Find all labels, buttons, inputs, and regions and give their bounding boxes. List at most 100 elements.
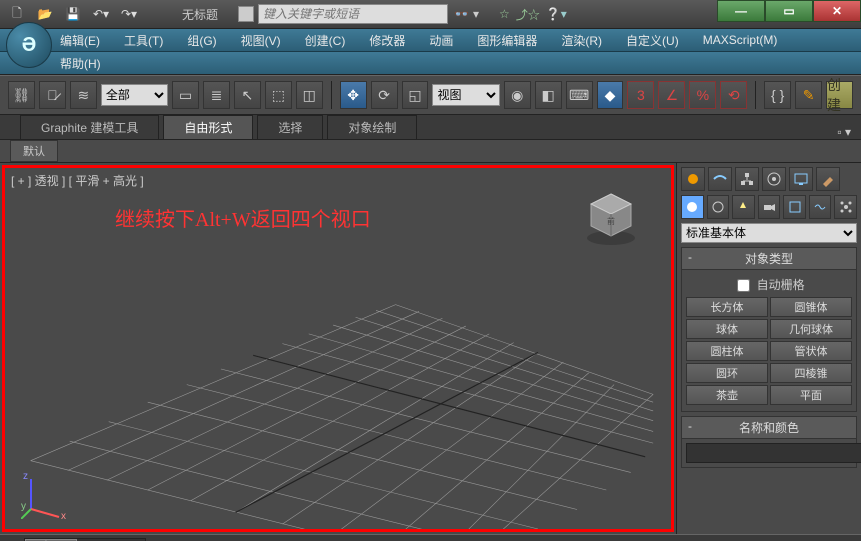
- search-play-icon[interactable]: ▶: [238, 6, 254, 22]
- named-selection-icon[interactable]: { }: [764, 81, 791, 109]
- menu-create[interactable]: 创建(C): [305, 32, 346, 49]
- redo-dropdown-icon[interactable]: ↷▾: [116, 3, 142, 25]
- cp-hierarchy-icon[interactable]: [735, 167, 759, 191]
- tab-freeform[interactable]: 自由形式: [163, 115, 253, 139]
- status-bar: ◂ 0 / 100 ▸: [0, 534, 861, 541]
- axis-gizmo-icon: z x y: [21, 469, 71, 519]
- subtab-default[interactable]: 默认: [10, 140, 58, 162]
- cp-utilities-icon[interactable]: [816, 167, 840, 191]
- menu-edit[interactable]: 编辑(E): [60, 32, 100, 49]
- sub-systems-icon[interactable]: [834, 195, 857, 219]
- sub-cameras-icon[interactable]: [758, 195, 781, 219]
- save-file-icon[interactable]: 💾: [60, 3, 86, 25]
- svg-text:x: x: [61, 511, 66, 519]
- btn-cylinder[interactable]: 圆柱体: [686, 341, 768, 361]
- viewcube-icon[interactable]: 前: [581, 188, 641, 248]
- select-window-icon[interactable]: ◫: [296, 81, 323, 109]
- sub-helpers-icon[interactable]: [783, 195, 806, 219]
- keyboard-icon[interactable]: ⌨: [566, 81, 593, 109]
- favorite-arrow-icon[interactable]: ⤴☆: [516, 6, 540, 23]
- sub-lights-icon[interactable]: [732, 195, 755, 219]
- favorite-icon[interactable]: ☆: [499, 7, 510, 21]
- cp-create-icon[interactable]: [681, 167, 705, 191]
- menu-grapheditors[interactable]: 图形编辑器: [477, 32, 537, 49]
- tag-icon[interactable]: ▾: [473, 7, 479, 21]
- command-panel: 标准基本体 对象类型 自动栅格 长方体圆锥体 球体几何球体 圆柱体管状体 圆环四…: [676, 163, 861, 534]
- object-name-input[interactable]: [686, 443, 861, 463]
- menu-animation[interactable]: 动画: [429, 32, 453, 49]
- undo-dropdown-icon[interactable]: ↶▾: [88, 3, 114, 25]
- btn-cone[interactable]: 圆锥体: [770, 297, 852, 317]
- tab-select[interactable]: 选择: [257, 115, 323, 139]
- menu-modifiers[interactable]: 修改器: [369, 32, 405, 49]
- sub-spacewarps-icon[interactable]: [809, 195, 832, 219]
- select-object-icon[interactable]: ▭: [172, 81, 199, 109]
- viewport-grid: [5, 168, 671, 529]
- snap-3-icon[interactable]: 3: [627, 81, 654, 109]
- category-select[interactable]: 标准基本体: [681, 223, 857, 243]
- sub-shapes-icon[interactable]: [707, 195, 730, 219]
- sub-geometry-icon[interactable]: [681, 195, 704, 219]
- scale-icon[interactable]: ◱: [402, 81, 429, 109]
- ref-coord-select[interactable]: 视图: [432, 84, 499, 106]
- autogrid-checkbox[interactable]: [737, 279, 750, 292]
- snap-angle-icon[interactable]: ∠: [658, 81, 685, 109]
- pivot-icon[interactable]: ◉: [504, 81, 531, 109]
- ribbon-minimize-icon[interactable]: ▫ ▾: [837, 125, 851, 139]
- close-button[interactable]: ✕: [813, 0, 861, 22]
- btn-pyramid[interactable]: 四棱锥: [770, 363, 852, 383]
- title-bar: 🗋 📂 💾 ↶▾ ↷▾ 无标题 ▶ 👓 ▾ ☆ ⤴☆ ❔▾ — ▭ ✕: [0, 0, 861, 29]
- svg-text:y: y: [21, 501, 26, 512]
- btn-torus[interactable]: 圆环: [686, 363, 768, 383]
- binoculars-icon[interactable]: 👓: [454, 7, 469, 21]
- menu-render[interactable]: 渲染(R): [561, 32, 602, 49]
- snap-toggle-icon[interactable]: ◆: [597, 81, 624, 109]
- cp-display-icon[interactable]: [789, 167, 813, 191]
- menu-tools[interactable]: 工具(T): [124, 32, 163, 49]
- menu-customize[interactable]: 自定义(U): [626, 32, 679, 49]
- cp-motion-icon[interactable]: [762, 167, 786, 191]
- btn-tube[interactable]: 管状体: [770, 341, 852, 361]
- menu-help[interactable]: 帮助(H): [60, 55, 101, 72]
- btn-box[interactable]: 长方体: [686, 297, 768, 317]
- search-input[interactable]: [258, 4, 448, 24]
- minimize-button[interactable]: —: [717, 0, 765, 22]
- help-icon[interactable]: ❔▾: [546, 7, 567, 21]
- align-icon[interactable]: 创建: [826, 81, 853, 109]
- viewport-perspective[interactable]: [ + ] 透视 ] [ 平滑 + 高光 ] 继续按下Alt+W返回四个视口: [2, 165, 674, 532]
- rollout-object-type: 对象类型 自动栅格 长方体圆锥体 球体几何球体 圆柱体管状体 圆环四棱锥 茶壶平…: [681, 247, 857, 412]
- rollout-head-objtype[interactable]: 对象类型: [682, 248, 856, 270]
- tab-graphite[interactable]: Graphite 建模工具: [20, 115, 159, 139]
- tab-objectpaint[interactable]: 对象绘制: [327, 115, 417, 139]
- btn-sphere[interactable]: 球体: [686, 319, 768, 339]
- menu-group[interactable]: 组(G): [187, 32, 216, 49]
- manipulate-icon[interactable]: ◧: [535, 81, 562, 109]
- select-region-icon[interactable]: ⬚: [265, 81, 292, 109]
- window-title: 无标题: [182, 6, 218, 23]
- btn-geosphere[interactable]: 几何球体: [770, 319, 852, 339]
- rollout-head-namecolor[interactable]: 名称和颜色: [682, 417, 856, 439]
- bind-icon[interactable]: ≋: [70, 81, 97, 109]
- unlink-icon[interactable]: ⛓̷: [39, 81, 66, 109]
- open-file-icon[interactable]: 📂: [32, 3, 58, 25]
- svg-text:z: z: [23, 471, 28, 482]
- menu-view[interactable]: 视图(V): [241, 32, 281, 49]
- rollout-name-color: 名称和颜色: [681, 416, 857, 468]
- move-icon[interactable]: ✥: [340, 81, 367, 109]
- maximize-button[interactable]: ▭: [765, 0, 813, 22]
- menu-maxscript[interactable]: MAXScript(M): [703, 33, 778, 47]
- btn-plane[interactable]: 平面: [770, 385, 852, 405]
- mirror-icon[interactable]: ✎: [795, 81, 822, 109]
- app-logo-icon[interactable]: Ә: [6, 22, 52, 68]
- main-toolbar: ⛓ ⛓̷ ≋ 全部 ▭ ≣ ↖ ⬚ ◫ ✥ ⟳ ◱ 视图 ◉ ◧ ⌨ ◆ 3 ∠…: [0, 75, 861, 115]
- link-icon[interactable]: ⛓: [8, 81, 35, 109]
- select-name-icon[interactable]: ≣: [203, 81, 230, 109]
- snap-spinner-icon[interactable]: ⟲: [720, 81, 747, 109]
- btn-teapot[interactable]: 茶壶: [686, 385, 768, 405]
- rotate-icon[interactable]: ⟳: [371, 81, 398, 109]
- selection-filter-select[interactable]: 全部: [101, 84, 168, 106]
- svg-text:前: 前: [607, 216, 615, 226]
- select-cursor-icon[interactable]: ↖: [234, 81, 261, 109]
- snap-percent-icon[interactable]: %: [689, 81, 716, 109]
- cp-modify-icon[interactable]: [708, 167, 732, 191]
